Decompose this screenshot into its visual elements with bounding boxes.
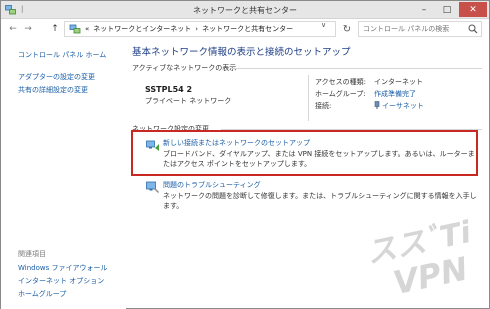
- breadcrumb-item-sharing-center[interactable]: ネットワークと共有センター: [202, 24, 293, 34]
- sidebar-link-control-panel-home[interactable]: コントロール パネル ホーム: [18, 50, 106, 60]
- search-icon[interactable]: [468, 24, 478, 34]
- troubleshoot-desc: ネットワークの問題を診断して修復します。または、トラブルシューティングに関する情…: [163, 192, 477, 210]
- back-button[interactable]: ←: [7, 22, 19, 36]
- network-name: SSTPL54 2: [145, 85, 193, 94]
- task-troubleshoot[interactable]: 問題のトラブルシューティング ネットワークの問題を診断して修復します。または、ト…: [146, 180, 478, 210]
- title-bar[interactable]: | ネットワークと共有センター – □ ✕: [1, 1, 489, 19]
- sidebar-link-homegroup[interactable]: ホームグループ: [18, 289, 66, 299]
- ethernet-icon: [374, 101, 380, 109]
- troubleshoot-link[interactable]: 問題のトラブルシューティング: [163, 180, 261, 190]
- info-divider: [308, 75, 309, 121]
- network-type-link[interactable]: プライベート ネットワーク: [145, 96, 231, 106]
- address-bar: ← → ↑ « ネットワークとインターネット › ネットワークと共有センター ∨…: [1, 19, 489, 39]
- sidebar-link-internet-options[interactable]: インターネット オプション: [18, 276, 104, 286]
- related-heading: 関連項目: [18, 250, 46, 258]
- breadcrumb-prefix[interactable]: «: [85, 25, 89, 33]
- search-box[interactable]: [358, 21, 482, 37]
- up-button[interactable]: ↑: [49, 22, 61, 36]
- connection-value[interactable]: イーサネット: [382, 102, 424, 110]
- search-input[interactable]: [359, 22, 467, 36]
- close-button[interactable]: ✕: [459, 2, 487, 17]
- access-type-label: アクセスの種類:: [315, 78, 367, 86]
- active-networks-label: アクティブなネットワークの表示: [132, 64, 237, 72]
- sidebar-link-windows-firewall[interactable]: Windows ファイアウォール: [18, 263, 107, 273]
- sidebar-link-advanced-sharing[interactable]: 共有の詳細設定の変更: [18, 85, 88, 95]
- address-box[interactable]: « ネットワークとインターネット › ネットワークと共有センター: [64, 21, 336, 37]
- watermark-logo: ススﾞTi VPN: [363, 219, 474, 297]
- maximize-button[interactable]: □: [436, 2, 458, 17]
- sidebar: コントロール パネル ホーム アダプターの設定の変更 共有の詳細設定の変更 関連…: [1, 39, 126, 309]
- sidebar-link-adapter-settings[interactable]: アダプターの設定の変更: [18, 72, 95, 82]
- homegroup-link[interactable]: 作成準備完了: [374, 89, 416, 99]
- highlight-box: [131, 130, 478, 176]
- connection-link[interactable]: イーサネット: [374, 101, 424, 111]
- refresh-button[interactable]: ↻: [340, 22, 354, 36]
- troubleshoot-icon: [146, 181, 159, 193]
- breadcrumb-separator[interactable]: ›: [195, 25, 198, 33]
- address-dropdown-button[interactable]: ∨: [321, 21, 326, 29]
- network-location-icon: [69, 24, 81, 34]
- minimize-button[interactable]: –: [413, 2, 435, 17]
- homegroup-label: ホームグループ:: [315, 90, 366, 98]
- breadcrumb-item-network-internet[interactable]: ネットワークとインターネット: [93, 24, 191, 34]
- network-sharing-center-window: | ネットワークと共有センター – □ ✕ ← → ↑ « ネットワークとインタ…: [0, 0, 490, 309]
- connection-label: 接続:: [315, 102, 332, 110]
- section-divider: [232, 68, 482, 69]
- forward-button[interactable]: →: [22, 22, 34, 36]
- access-type-value: インターネット: [374, 78, 423, 86]
- page-title: 基本ネットワーク情報の表示と接続のセットアップ: [132, 47, 351, 58]
